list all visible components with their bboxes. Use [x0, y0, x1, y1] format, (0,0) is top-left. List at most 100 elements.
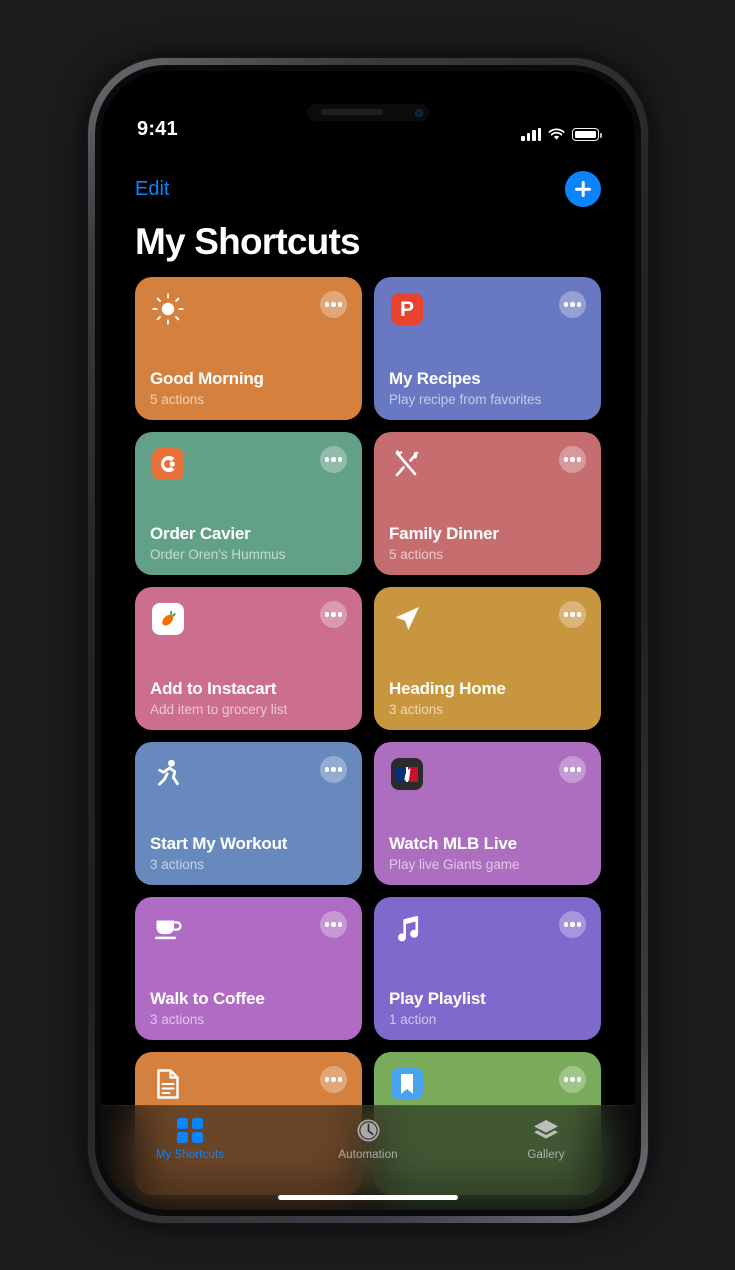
card-title: Order Cavier	[150, 524, 251, 543]
edit-button[interactable]: Edit	[135, 178, 169, 201]
shortcut-card[interactable]: Heading Home 3 actions	[374, 587, 601, 730]
bookmark-app-icon	[389, 1066, 425, 1102]
card-title: Walk to Coffee	[150, 989, 265, 1008]
card-header	[150, 911, 347, 947]
card-subtitle: Play live Giants game	[389, 857, 520, 872]
mlb-app-icon	[391, 758, 423, 790]
card-subtitle: 5 actions	[150, 392, 205, 407]
caviar-app-icon	[152, 448, 184, 480]
ellipsis-icon[interactable]	[559, 291, 586, 318]
status-time: 9:41	[137, 118, 178, 140]
card-title: Watch MLB Live	[389, 834, 517, 853]
shortcut-card[interactable]: Good Morning 5 actions	[135, 277, 362, 420]
card-header: P	[389, 291, 586, 327]
shortcut-card[interactable]: Play Playlist 1 action	[374, 897, 601, 1040]
clock-automation-icon	[355, 1117, 382, 1144]
tab-label: My Shortcuts	[155, 1149, 225, 1161]
card-header	[150, 1066, 347, 1102]
grid-squares-icon	[177, 1117, 203, 1144]
card-header	[389, 601, 586, 637]
shortcut-card[interactable]: Start My Workout 3 actions	[135, 742, 362, 885]
card-text: Play Playlist 1 action	[389, 989, 586, 1027]
card-header	[150, 291, 347, 327]
add-shortcut-button[interactable]	[565, 171, 601, 207]
card-subtitle: 5 actions	[389, 547, 444, 562]
shortcut-card[interactable]: Add to Instacart Add item to grocery list	[135, 587, 362, 730]
ellipsis-icon[interactable]	[320, 446, 347, 473]
instacart-app-icon	[150, 601, 186, 637]
card-header	[150, 601, 347, 637]
wifi-icon	[548, 128, 565, 140]
ellipsis-icon[interactable]	[320, 911, 347, 938]
card-text: Walk to Coffee 3 actions	[150, 989, 347, 1027]
card-subtitle: 1 action	[389, 1012, 437, 1027]
card-header	[150, 756, 347, 792]
ellipsis-icon[interactable]	[559, 1066, 586, 1093]
card-header	[389, 1066, 586, 1102]
fork-knife-icon	[389, 446, 425, 482]
battery-fill	[574, 130, 597, 139]
bookmark-app-icon	[391, 1068, 423, 1100]
ellipsis-icon[interactable]	[559, 446, 586, 473]
running-person-icon	[150, 756, 186, 792]
phone-bezel: 9:41 Edit My Shortcuts Good Morning 5 ac…	[95, 65, 641, 1216]
card-subtitle: 3 actions	[150, 1012, 205, 1027]
paprika-app-icon: P	[389, 291, 425, 327]
sun-icon	[150, 291, 186, 327]
front-camera-icon	[415, 108, 423, 117]
ellipsis-icon[interactable]	[559, 601, 586, 628]
layers-icon	[532, 1117, 560, 1144]
phone-screen: 9:41 Edit My Shortcuts Good Morning 5 ac…	[101, 71, 635, 1210]
tab-automation[interactable]: Automation	[279, 1117, 457, 1161]
phone-device: 9:41 Edit My Shortcuts Good Morning 5 ac…	[88, 58, 648, 1223]
navigation-arrow-icon	[389, 601, 425, 637]
card-subtitle: Add item to grocery list	[150, 702, 288, 717]
tab-label: Automation	[338, 1149, 398, 1161]
shortcut-grid: Good Morning 5 actions P My Recipes Play rec…	[101, 277, 635, 1210]
shortcut-card[interactable]: Order Cavier Order Oren's Hummus	[135, 432, 362, 575]
ellipsis-icon[interactable]	[320, 1066, 347, 1093]
card-title: My Recipes	[389, 369, 481, 388]
dynamic-island	[307, 104, 429, 121]
page-title: My Shortcuts	[135, 221, 361, 262]
nav-bar: Edit	[101, 166, 635, 212]
card-text: Add to Instacart Add item to grocery list	[150, 679, 347, 717]
card-header	[389, 911, 586, 947]
ellipsis-icon[interactable]	[320, 601, 347, 628]
card-text: Family Dinner 5 actions	[389, 524, 586, 562]
shortcut-card[interactable]: Watch MLB Live Play live Giants game	[374, 742, 601, 885]
paprika-app-icon: P	[391, 293, 423, 325]
tab-gallery[interactable]: Gallery	[457, 1117, 635, 1161]
shortcut-card[interactable]: Walk to Coffee 3 actions	[135, 897, 362, 1040]
card-text: Heading Home 3 actions	[389, 679, 586, 717]
card-subtitle: 3 actions	[389, 702, 444, 717]
status-icons	[521, 128, 602, 141]
home-indicator[interactable]	[278, 1194, 458, 1200]
card-title: Good Morning	[150, 369, 264, 388]
caviar-app-icon	[150, 446, 186, 482]
card-title: Family Dinner	[389, 524, 499, 543]
music-note-icon	[389, 911, 425, 947]
card-subtitle: 3 actions	[150, 857, 205, 872]
instacart-app-icon	[152, 603, 184, 635]
ellipsis-icon[interactable]	[320, 756, 347, 783]
card-title: Play Playlist	[389, 989, 486, 1008]
shortcut-card[interactable]: P My Recipes Play recipe from favorites	[374, 277, 601, 420]
ellipsis-icon[interactable]	[559, 756, 586, 783]
card-subtitle: Play recipe from favorites	[389, 392, 542, 407]
shortcut-card[interactable]: Family Dinner 5 actions	[374, 432, 601, 575]
tab-label: Gallery	[527, 1149, 565, 1161]
ellipsis-icon[interactable]	[320, 291, 347, 318]
ellipsis-icon[interactable]	[559, 911, 586, 938]
mlb-app-icon	[389, 756, 425, 792]
card-text: Order Cavier Order Oren's Hummus	[150, 524, 347, 562]
card-header	[150, 446, 347, 482]
card-header	[389, 756, 586, 792]
card-text: My Recipes Play recipe from favorites	[389, 369, 586, 407]
tab-my-shortcuts[interactable]: My Shortcuts	[101, 1117, 279, 1161]
card-subtitle: Order Oren's Hummus	[150, 547, 286, 562]
card-title: Add to Instacart	[150, 679, 277, 698]
card-header	[389, 446, 586, 482]
card-title: Heading Home	[389, 679, 506, 698]
card-text: Good Morning 5 actions	[150, 369, 347, 407]
